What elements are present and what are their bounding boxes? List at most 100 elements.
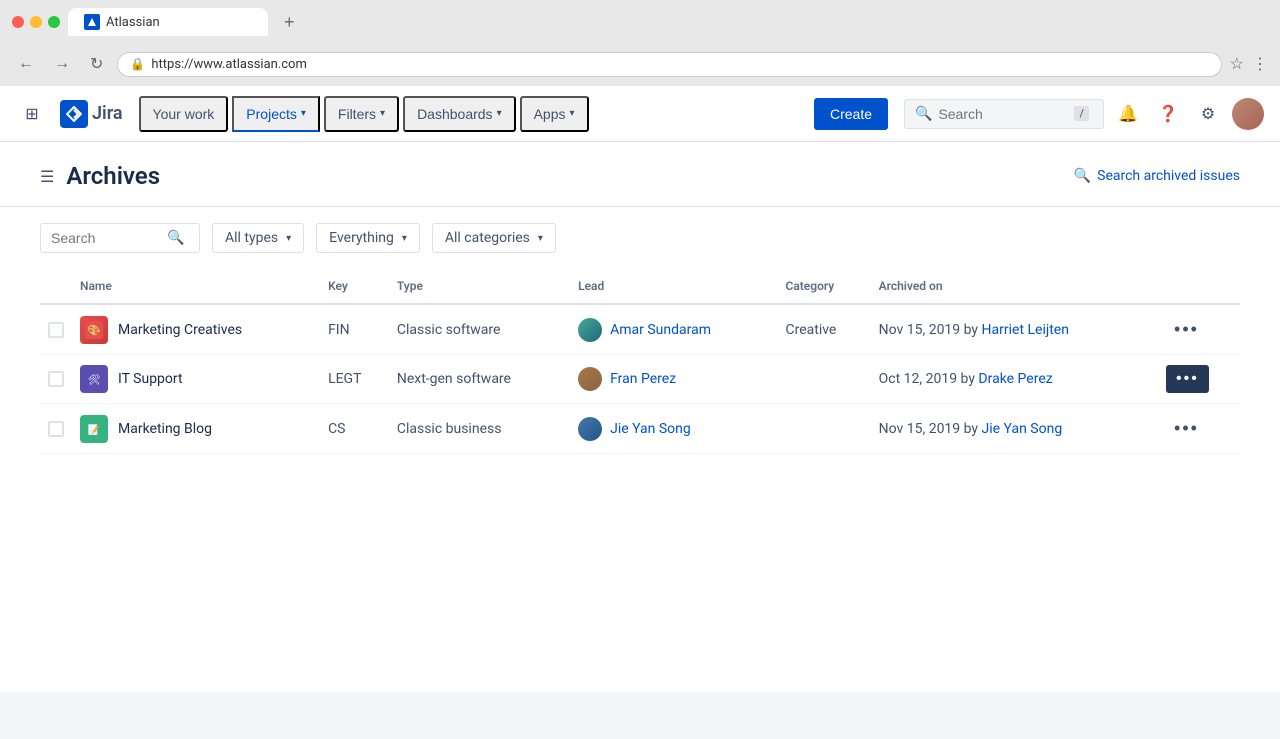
settings-button[interactable]: ⚙ (1192, 98, 1224, 130)
row3-lead: Jie Yan Song (578, 417, 769, 441)
search-kbd-hint: / (1074, 106, 1089, 121)
everything-filter[interactable]: Everything ▾ (316, 223, 420, 253)
dashboards-chevron-icon: ▾ (497, 108, 502, 119)
row2-archived-date: Oct 12, 2019 by Drake Perez (879, 371, 1053, 387)
row1-name-cell: 🎨 Marketing Creatives (72, 304, 320, 355)
row2-archived-by[interactable]: Drake Perez (978, 371, 1052, 387)
nav-right: 🔍 / 🔔 ❓ ⚙ (904, 98, 1264, 130)
row3-checkbox[interactable] (48, 421, 64, 437)
tab-title: Atlassian (106, 15, 160, 30)
row1-project-icon: 🎨 (80, 316, 108, 344)
maximize-window-btn[interactable] (48, 16, 60, 28)
window-controls (12, 16, 60, 28)
apps-chevron-icon: ▾ (570, 108, 575, 119)
row1-name-text: Marketing Creatives (118, 322, 242, 338)
back-button[interactable]: ← (12, 51, 40, 77)
header-archived-on: Archived on (871, 269, 1158, 304)
search-input[interactable] (938, 106, 1068, 122)
jira-logo-icon (60, 100, 88, 128)
global-search-bar[interactable]: 🔍 / (904, 99, 1104, 129)
more-options-button[interactable]: ⋮ (1252, 54, 1268, 74)
search-filter-icon: 🔍 (167, 230, 184, 246)
row2-type-cell: Next-gen software (389, 355, 570, 404)
row3-archived-date: Nov 15, 2019 by Jie Yan Song (879, 421, 1063, 437)
row2-type: Next-gen software (397, 371, 511, 387)
top-nav: ⊞ Jira Your work Projects ▾ Filters ▾ Da… (0, 86, 1280, 142)
browser-toolbar: ← → ↻ 🔒 https://www.atlassian.com ☆ ⋮ (12, 44, 1268, 86)
name-search-filter[interactable]: 🔍 (40, 223, 200, 253)
row1-archived-date: Nov 15, 2019 by Harriet Leijten (879, 322, 1069, 338)
svg-text:🛠: 🛠 (88, 374, 101, 386)
browser-tab[interactable]: Atlassian (68, 8, 268, 36)
filters-chevron-icon: ▾ (380, 108, 385, 119)
category-filter-chevron-icon: ▾ (538, 233, 543, 244)
row3-type: Classic business (397, 421, 502, 437)
table-row: 🎨 Marketing Creatives FIN Classic softwa… (40, 304, 1240, 355)
nav-items: Your work Projects ▾ Filters ▾ Dashboard… (139, 96, 814, 132)
row1-key-cell: FIN (320, 304, 389, 355)
nav-dashboards[interactable]: Dashboards ▾ (403, 96, 516, 132)
notifications-button[interactable]: 🔔 (1112, 98, 1144, 130)
new-tab-button[interactable]: + (276, 10, 303, 35)
archives-table-wrap: Name Key Type Lead Category Archived on (0, 269, 1280, 454)
row3-lead-name[interactable]: Jie Yan Song (610, 421, 691, 437)
nav-your-work[interactable]: Your work (139, 96, 229, 132)
row2-category-cell (777, 355, 870, 404)
archives-table: Name Key Type Lead Category Archived on (40, 269, 1240, 454)
row1-archived-cell: Nov 15, 2019 by Harriet Leijten (871, 304, 1158, 355)
table-row: 📝 Marketing Blog CS Classic business (40, 404, 1240, 454)
row3-archived-by[interactable]: Jie Yan Song (982, 421, 1063, 437)
row1-category: Creative (785, 322, 836, 338)
filters-row: 🔍 All types ▾ Everything ▾ All categorie… (0, 207, 1280, 269)
row2-lead-name[interactable]: Fran Perez (610, 371, 676, 387)
row1-checkbox[interactable] (48, 322, 64, 338)
row3-actions-button[interactable]: ••• (1166, 414, 1207, 443)
forward-button[interactable]: → (48, 51, 76, 77)
row2-name-text: IT Support (118, 371, 183, 387)
refresh-button[interactable]: ↻ (84, 50, 109, 78)
create-button[interactable]: Create (814, 98, 888, 130)
nav-apps[interactable]: Apps ▾ (520, 96, 589, 132)
browser-chrome: Atlassian + ← → ↻ 🔒 https://www.atlassia… (0, 0, 1280, 86)
header-actions (1158, 269, 1240, 304)
header-name: Name (72, 269, 320, 304)
row2-checkbox-cell (40, 355, 72, 404)
url-text: https://www.atlassian.com (151, 57, 307, 72)
tab-favicon (84, 14, 100, 30)
help-button[interactable]: ❓ (1152, 98, 1184, 130)
row2-actions-button[interactable]: ••• (1166, 365, 1209, 393)
row3-lead-cell: Jie Yan Song (570, 404, 777, 454)
category-filter[interactable]: All categories ▾ (432, 223, 556, 253)
row3-project-icon: 📝 (80, 415, 108, 443)
row1-lead-name[interactable]: Amar Sundaram (610, 322, 711, 338)
sidebar-toggle-icon[interactable]: ☰ (40, 167, 54, 186)
row3-project-name: 📝 Marketing Blog (80, 415, 312, 443)
row3-category-cell (777, 404, 870, 454)
app-container: ⊞ Jira Your work Projects ▾ Filters ▾ Da… (0, 86, 1280, 692)
user-avatar[interactable] (1232, 98, 1264, 130)
search-archived-issues-button[interactable]: 🔍 Search archived issues (1074, 168, 1240, 184)
nav-filters[interactable]: Filters ▾ (324, 96, 399, 132)
minimize-window-btn[interactable] (30, 16, 42, 28)
row1-archived-by[interactable]: Harriet Leijten (982, 322, 1069, 338)
row2-project-icon: 🛠 (80, 365, 108, 393)
address-bar[interactable]: 🔒 https://www.atlassian.com (117, 52, 1221, 77)
row2-key-cell: LEGT (320, 355, 389, 404)
row2-key: LEGT (328, 371, 361, 387)
type-filter[interactable]: All types ▾ (212, 223, 304, 253)
jira-logo: Jira (60, 100, 123, 128)
row2-checkbox[interactable] (48, 371, 64, 387)
row1-actions-button[interactable]: ••• (1166, 315, 1207, 344)
header-key: Key (320, 269, 389, 304)
close-window-btn[interactable] (12, 16, 24, 28)
bookmark-button[interactable]: ☆ (1230, 54, 1244, 74)
row2-lead: Fran Perez (578, 367, 769, 391)
name-search-input[interactable] (51, 230, 161, 246)
grid-menu-icon[interactable]: ⊞ (16, 98, 48, 130)
type-filter-label: All types (225, 230, 278, 246)
header-lead: Lead (570, 269, 777, 304)
nav-projects[interactable]: Projects ▾ (232, 96, 320, 132)
search-archived-label: Search archived issues (1097, 168, 1240, 184)
table-row: 🛠 IT Support LEGT Next-gen software (40, 355, 1240, 404)
row3-key: CS (328, 421, 345, 437)
